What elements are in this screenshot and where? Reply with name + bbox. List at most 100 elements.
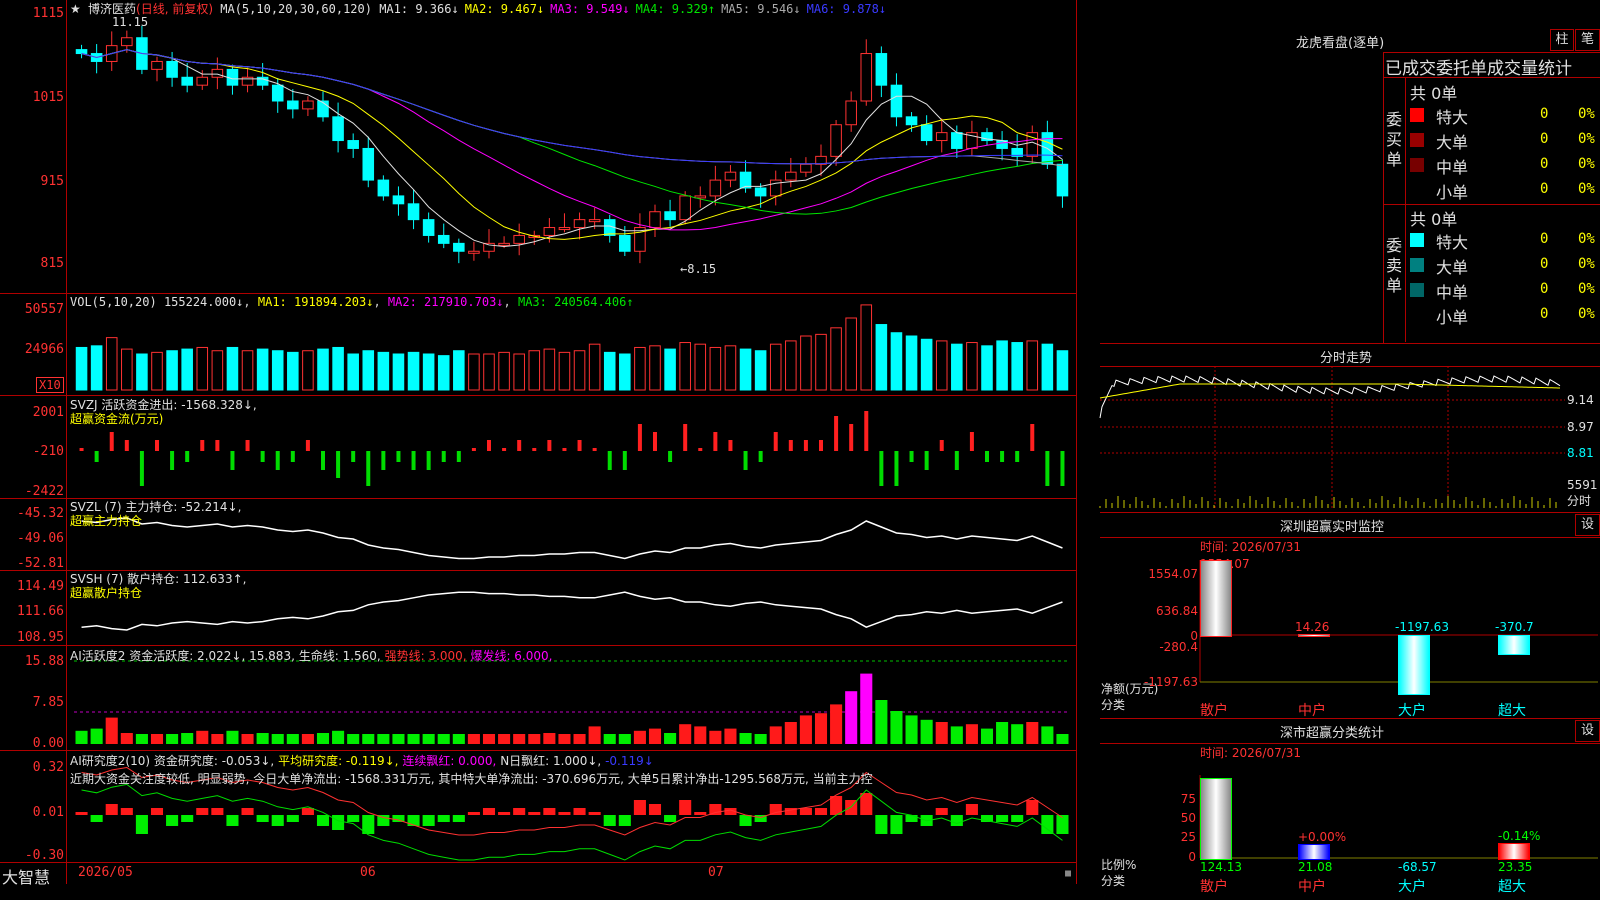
order-volume: 0 [1540, 281, 1549, 297]
activity-bar [286, 734, 299, 744]
order-size-label: 小单 [1436, 183, 1469, 202]
svsh-axis-label: 111.66 [17, 604, 64, 619]
net-flow-value: -1197.63 [1395, 620, 1449, 634]
flow-bar [985, 451, 989, 462]
activity-bar [181, 733, 194, 744]
ai3-title: AI研究度2(10) 资金研究度: -0.053↓, [70, 754, 275, 768]
flow-bar [441, 451, 446, 462]
volume-bar [1041, 343, 1054, 391]
net-flow-bar [1298, 634, 1330, 637]
activity-bar [226, 730, 239, 744]
stock-name[interactable]: 博济医药 [88, 2, 136, 16]
flow-bar [336, 451, 341, 478]
research-bar [181, 815, 194, 822]
lhb-tab[interactable]: 已成交委托单成交量统计 [1385, 54, 1600, 79]
activity-bar [166, 734, 179, 744]
flow-bar [607, 451, 612, 470]
ai2-axis-label: 7.85 [32, 695, 64, 710]
low-price-label: ←8.15 [680, 262, 717, 276]
volume-bar [377, 351, 390, 391]
flow-bar [487, 440, 491, 451]
research-bar [482, 808, 496, 815]
activity-bar [196, 730, 209, 744]
net-flow-value: -370.7 [1495, 620, 1534, 634]
activity-bar [256, 733, 269, 744]
lock-icon[interactable]: ■ [1065, 868, 1071, 879]
volume-bar [513, 353, 525, 391]
research-bar [588, 812, 601, 815]
volume-bar [498, 351, 510, 391]
volume-bar [392, 353, 405, 391]
flow-bar [773, 432, 778, 451]
ai2-burst-line: 爆发线: 6.000, [470, 649, 553, 663]
vol-ma3: MA3: 240564.406↑ [517, 295, 634, 309]
tick-view-button[interactable]: 笔 [1575, 29, 1600, 51]
candle-body [513, 234, 525, 244]
flow-bar [532, 448, 537, 451]
category-label: 散户 [1200, 703, 1228, 719]
monitor-axis-label: -280.4 [1159, 640, 1198, 654]
research-bar [211, 808, 224, 815]
color-swatch-icon [1410, 233, 1424, 247]
ma-value-5: MA5: 9.546↓ [721, 2, 801, 16]
activity-bar [633, 730, 646, 744]
star-icon[interactable]: ★ [70, 2, 81, 16]
activity-bar [467, 734, 480, 744]
volume-bar [951, 343, 963, 391]
research-bar [316, 815, 330, 826]
ai2-axis-label: 15.88 [24, 654, 64, 669]
research-bar [769, 804, 782, 815]
kline-chart[interactable] [0, 0, 1076, 884]
activity-bar [905, 715, 918, 744]
vol-value: 155224.000↓ [163, 295, 244, 309]
volume-bar [573, 350, 586, 391]
classify-settings-button[interactable]: 设 [1575, 720, 1600, 742]
price-axis-label: 1115 [32, 6, 64, 21]
volume-bar [302, 350, 314, 391]
classify-category-label: 分类 [1101, 874, 1126, 888]
activity-bar [860, 673, 873, 744]
flow-bar [1015, 451, 1020, 462]
activity-bar [347, 734, 360, 744]
price-axis-label: 815 [40, 256, 64, 271]
date-label: 2026/05 [78, 865, 133, 880]
activity-bar [1026, 722, 1039, 744]
fenshi-vol-unit: 分时 [1567, 494, 1592, 508]
vol-title: VOL(5,10,20) [70, 295, 157, 309]
vol-unit-badge[interactable]: X10 [36, 377, 64, 393]
candle-body [754, 187, 767, 197]
candle-body [437, 234, 450, 244]
bar-view-button[interactable]: 柱 [1550, 29, 1574, 51]
flow-bar [1000, 451, 1005, 462]
fenshi-title: 分时走势 [1320, 351, 1373, 366]
research-bar [286, 815, 299, 822]
lhb-title: 龙虎看盘(逐单) [1296, 36, 1385, 51]
volume-bar [196, 346, 209, 391]
activity-bar [648, 728, 662, 744]
flow-bar [275, 451, 280, 470]
activity-bar [75, 730, 88, 744]
monitor-settings-button[interactable]: 设 [1575, 514, 1600, 536]
category-label: 中户 [1298, 879, 1326, 895]
research-bar [830, 796, 843, 815]
activity-bar [965, 724, 978, 744]
activity-bar [1011, 724, 1024, 744]
volume-bar [1026, 340, 1039, 391]
category-label: 超大 [1498, 703, 1526, 719]
high-price-label: 11.15 [112, 15, 149, 29]
candle-body [619, 234, 631, 252]
research-bar [694, 812, 707, 815]
activity-bar [920, 719, 933, 744]
flow-bar [517, 440, 522, 451]
price-axis-label: 1015 [32, 90, 64, 105]
volume-bar [332, 346, 344, 391]
flow-bar [668, 451, 673, 462]
candle-body [709, 179, 722, 197]
volume-bar [543, 348, 556, 391]
flow-bar [849, 424, 854, 451]
research-bar [498, 812, 511, 815]
research-bar [890, 815, 903, 834]
stock-mode[interactable]: (日线, 前复权) [136, 2, 213, 16]
vol-ma1: MA1: 191894.203↓ [257, 295, 374, 309]
research-bar [1011, 815, 1024, 822]
